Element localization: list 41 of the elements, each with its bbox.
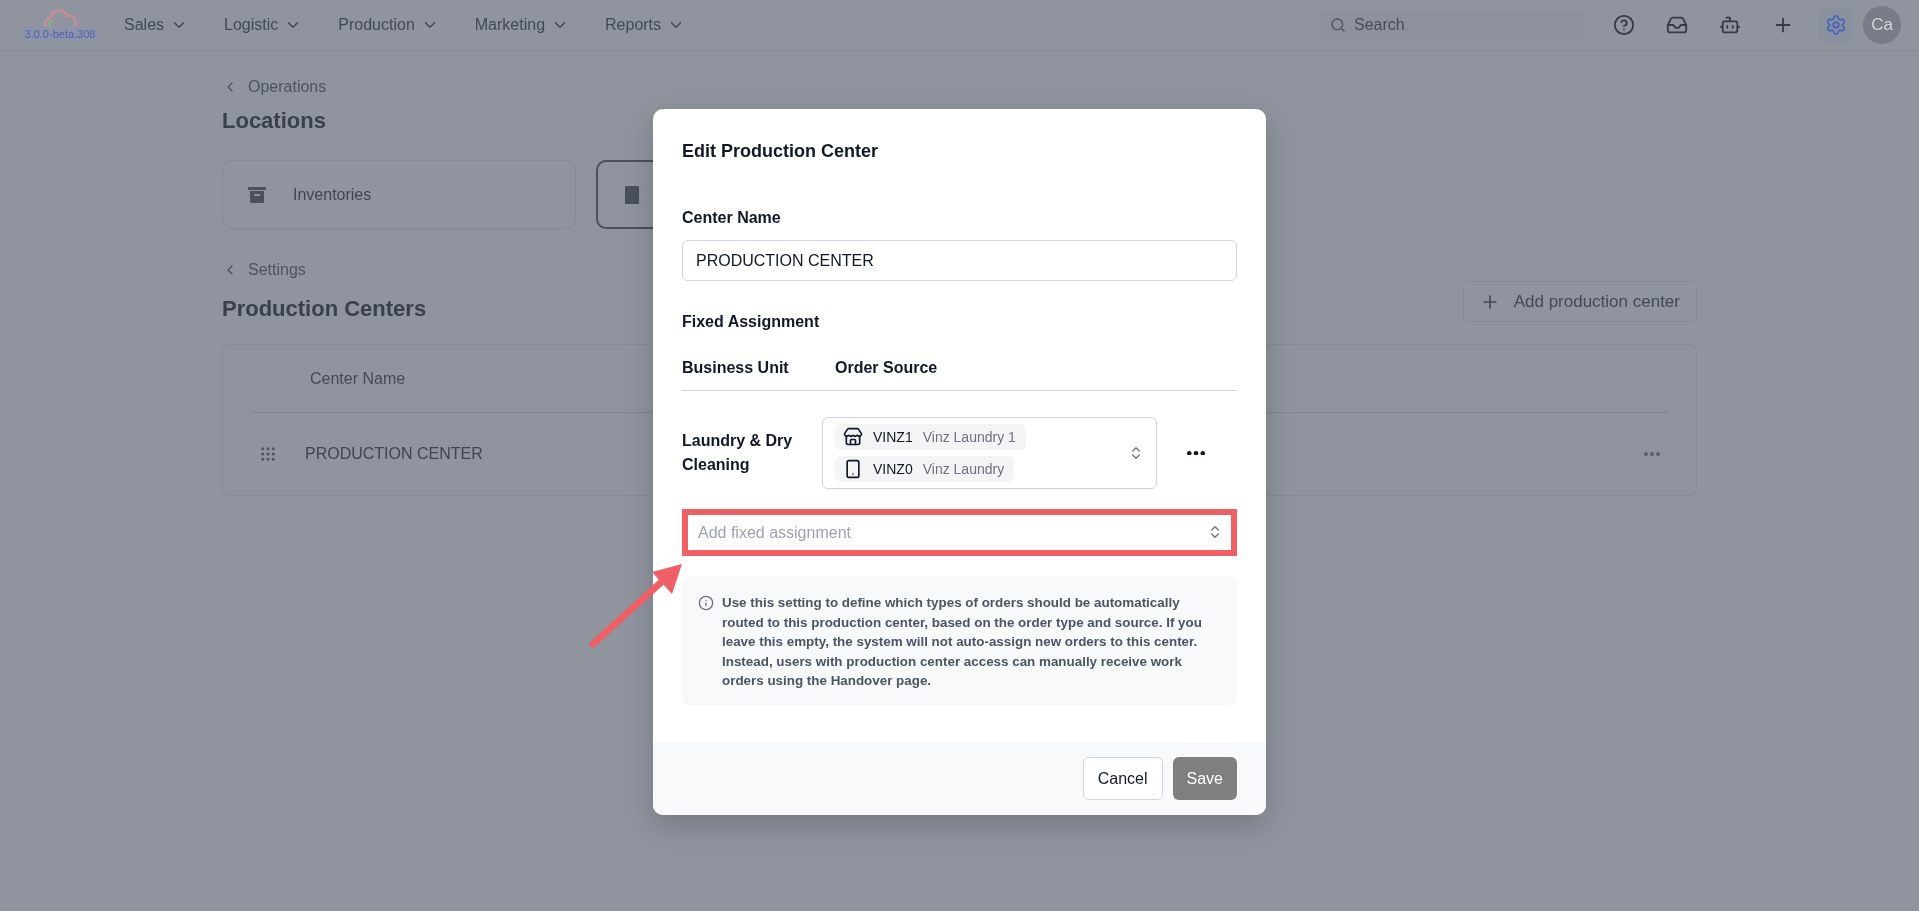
info-text: Use this setting to define which types of orders should be automatically routed to this production center, based on the order type and source. If you leave this empty, the system will not auto-assign new orders to this center. Instead, users with production center access can manually receive work orders using the Handover page.: [722, 594, 1203, 690]
dialog-title: Edit Production Center: [682, 141, 879, 162]
info-icon: [698, 595, 714, 611]
nav-menu-item[interactable]: Logistic: [224, 16, 303, 34]
column-header: Center Name: [310, 369, 406, 388]
inbox-icon: [1665, 14, 1688, 36]
source-code: VINZ0: [873, 461, 913, 477]
robot-icon: [1718, 14, 1741, 36]
column-header: Order Source: [835, 359, 939, 377]
ellipsis-icon: [1644, 452, 1660, 456]
table-cell: PRODUCTION CENTER: [305, 445, 483, 463]
column-header: Business Unit: [682, 359, 790, 377]
location-tile[interactable]: Inventories: [222, 160, 576, 229]
help-icon: [1612, 14, 1635, 36]
drag-handle-icon[interactable]: [259, 445, 277, 463]
nav-menu-item[interactable]: Sales: [124, 16, 189, 34]
field-label: Center Name: [682, 209, 782, 227]
nav-menu-item[interactable]: Reports: [605, 16, 686, 34]
settings-icon: [1824, 14, 1847, 36]
smartphone-icon: [843, 459, 863, 479]
source-code: VINZ1: [873, 429, 913, 445]
nav-menu-item[interactable]: Marketing: [474, 16, 570, 34]
source-name: Vinz Laundry 1: [922, 429, 1016, 445]
source-name: Vinz Laundry: [922, 461, 1005, 477]
cancel-button[interactable]: Cancel: [1082, 757, 1163, 800]
user-avatar[interactable]: Ca: [1863, 6, 1901, 44]
business-unit-label: Laundry & Dry Cleaning: [682, 431, 794, 475]
store-icon: [843, 427, 863, 447]
ellipsis-icon: [1187, 450, 1205, 456]
breadcrumb-link[interactable]: Operations: [222, 78, 1697, 96]
page-title: Locations: [222, 108, 327, 134]
more-options-button[interactable]: [1187, 450, 1205, 456]
order-source-select[interactable]: VINZ1 Vinz Laundry 1 VINZ0 Vinz Laundry: [822, 417, 1157, 489]
nav-menu-item[interactable]: Production: [338, 16, 439, 34]
add-assignment-select[interactable]: Add fixed assignment: [682, 509, 1237, 556]
breadcrumb-link[interactable]: Settings: [222, 261, 306, 279]
section-label: Fixed Assignment: [682, 313, 821, 331]
section-title: Production Centers: [222, 296, 427, 322]
center-name-input[interactable]: PRODUCTION CENTER: [682, 240, 1237, 281]
add-production-center-button[interactable]: Add production center: [1462, 281, 1697, 322]
version-badge: 3.0.0-beta.308: [21, 27, 99, 41]
